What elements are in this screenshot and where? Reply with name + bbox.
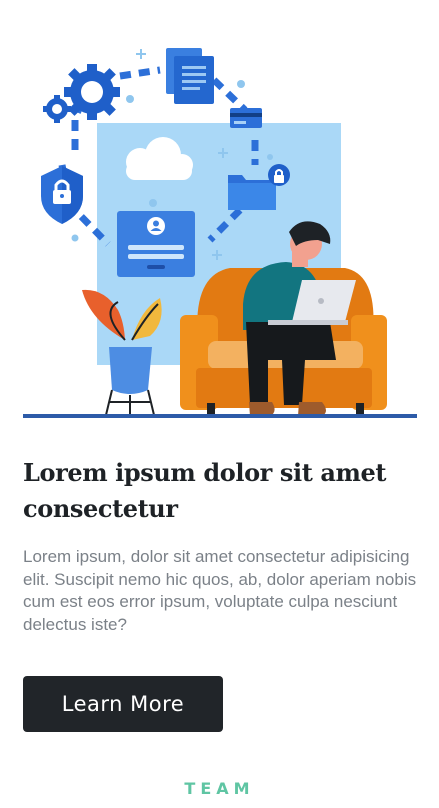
gear-icon	[64, 64, 120, 120]
section-description: Lorem ipsum, dolor sit amet consectetur …	[23, 547, 417, 634]
user-login-icon	[117, 211, 195, 277]
hero-illustration	[0, 0, 439, 425]
small-gear-icon	[43, 95, 71, 123]
document-icon	[166, 48, 214, 104]
team-section-label: TEAM	[184, 779, 255, 798]
shield-lock-icon	[41, 166, 83, 224]
section-title: Lorem ipsum dolor sit amet consectetur	[23, 458, 387, 523]
learn-more-button[interactable]: Learn More	[23, 676, 223, 732]
credit-card-icon	[230, 108, 262, 128]
ground-line	[23, 414, 417, 418]
